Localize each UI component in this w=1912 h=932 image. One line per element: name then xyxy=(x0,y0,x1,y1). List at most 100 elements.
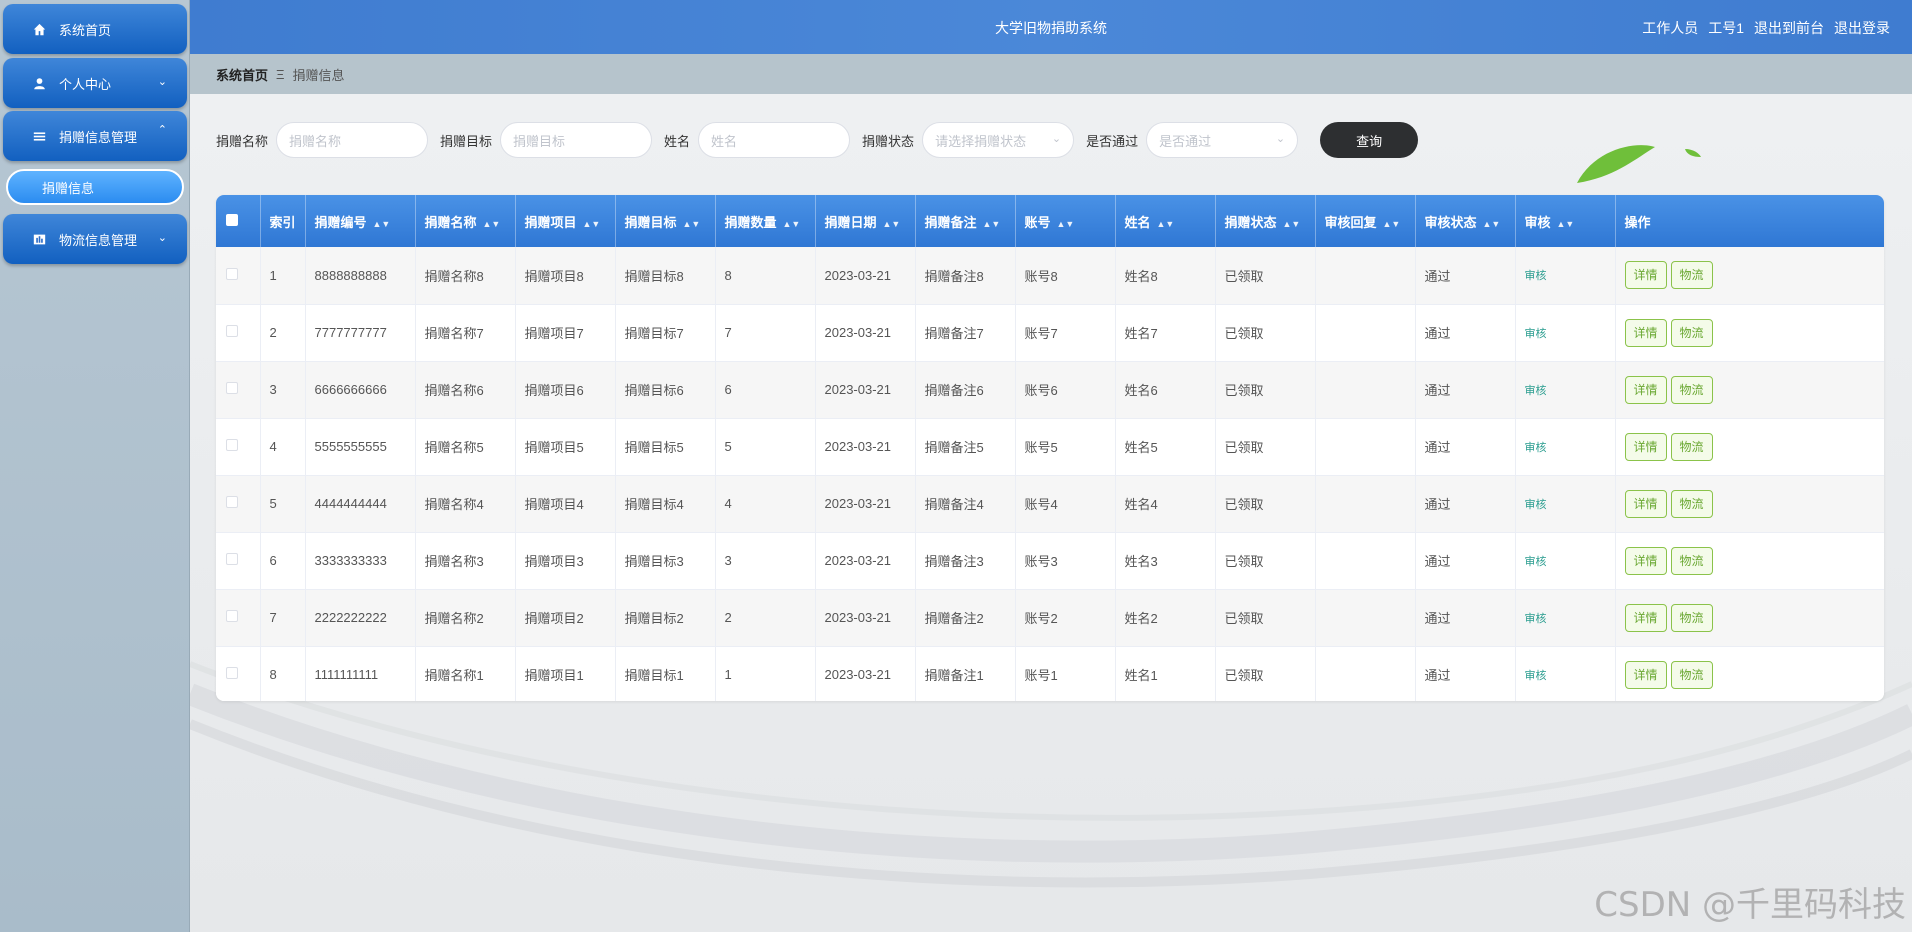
logistics-button[interactable]: 物流 xyxy=(1670,489,1713,518)
audit-link[interactable]: 审核 xyxy=(1525,442,1547,454)
detail-button[interactable]: 详情 xyxy=(1624,660,1667,689)
front-link[interactable]: 退出到前台 xyxy=(1754,18,1824,38)
logistics-button[interactable]: 物流 xyxy=(1670,318,1713,347)
column-header-sortable[interactable]: 捐赠项目 ▲▼ xyxy=(515,195,616,247)
sort-icon[interactable]: ▲▼ xyxy=(883,219,901,229)
detail-button[interactable]: 详情 xyxy=(1624,318,1667,347)
sidebar-item-label: 捐赠信息管理 xyxy=(59,129,138,145)
row-checkbox[interactable] xyxy=(226,667,238,679)
audit-link[interactable]: 审核 xyxy=(1525,270,1547,282)
donation-target-input[interactable]: 捐赠目标 xyxy=(500,122,653,158)
column-header-sortable[interactable]: 捐赠备注 ▲▼ xyxy=(915,195,1016,247)
leaf-decoration-icon xyxy=(1577,145,1701,183)
donation-status-select[interactable]: 请选择捐赠状态 ⌄ xyxy=(922,122,1075,158)
table-cell-target: 捐赠目标3 xyxy=(615,532,716,589)
row-checkbox[interactable] xyxy=(226,382,238,394)
row-checkbox[interactable] xyxy=(226,496,238,508)
column-header-sortable[interactable]: 捐赠状态 ▲▼ xyxy=(1215,195,1316,247)
column-header-sortable[interactable]: 捐赠数量 ▲▼ xyxy=(715,195,816,247)
sort-icon[interactable]: ▲▼ xyxy=(1057,219,1075,229)
audit-cell: 审核 xyxy=(1515,418,1616,475)
row-checkbox[interactable] xyxy=(226,267,238,280)
table-cell-date: 2023-03-21 xyxy=(815,304,916,361)
operations-cell: 详情 物流 xyxy=(1615,589,1884,646)
detail-button[interactable]: 详情 xyxy=(1624,489,1667,518)
sort-icon[interactable]: ▲▼ xyxy=(583,219,601,229)
select-all-checkbox[interactable] xyxy=(226,213,238,226)
table-cell-name: 捐赠名称2 xyxy=(415,589,516,646)
sort-icon[interactable]: ▲▼ xyxy=(373,219,391,229)
column-header-label: 捐赠目标 xyxy=(624,214,677,230)
chevron-up-icon: ⌃ xyxy=(157,124,167,136)
select-all-checkbox-cell xyxy=(216,195,261,247)
table-cell-project: 捐赠项目6 xyxy=(515,361,616,418)
logistics-button[interactable]: 物流 xyxy=(1670,660,1713,689)
column-header-sortable[interactable]: 账号 ▲▼ xyxy=(1015,195,1116,247)
breadcrumb-home[interactable]: 系统首页 xyxy=(216,65,268,84)
table-cell-target: 捐赠目标7 xyxy=(615,304,716,361)
sidebar-item-logistics-management[interactable]: 物流信息管理 ⌄ xyxy=(3,214,187,264)
chevron-down-icon: ⌄ xyxy=(157,232,167,244)
logout-link[interactable]: 退出登录 xyxy=(1834,18,1890,38)
row-checkbox[interactable] xyxy=(226,553,238,565)
table-cell-account: 账号8 xyxy=(1015,247,1116,304)
column-header-sortable[interactable]: 审核状态 ▲▼ xyxy=(1415,195,1516,247)
audit-link[interactable]: 审核 xyxy=(1525,556,1547,568)
logistics-button[interactable]: 物流 xyxy=(1670,375,1713,404)
approved-select[interactable]: 是否通过 ⌄ xyxy=(1146,122,1299,158)
logistics-button[interactable]: 物流 xyxy=(1670,546,1713,575)
column-header-sortable[interactable]: 捐赠编号 ▲▼ xyxy=(305,195,416,247)
sidebar-item-donation-management[interactable]: 捐赠信息管理 ⌃ xyxy=(3,111,187,161)
logistics-button[interactable]: 物流 xyxy=(1670,432,1713,461)
sort-icon[interactable]: ▲▼ xyxy=(1557,219,1575,229)
donation-name-input[interactable]: 捐赠名称 xyxy=(276,122,429,158)
row-checkbox[interactable] xyxy=(226,325,238,337)
row-checkbox[interactable] xyxy=(226,610,238,622)
sort-icon[interactable]: ▲▼ xyxy=(1283,219,1301,229)
sidebar-subitem-donation-info[interactable]: 捐赠信息 xyxy=(6,169,184,205)
approved-label: 是否通过 xyxy=(1086,133,1139,149)
detail-button[interactable]: 详情 xyxy=(1624,432,1667,461)
detail-button[interactable]: 详情 xyxy=(1624,603,1667,632)
sidebar-item-personal-center[interactable]: 个人中心 ⌄ xyxy=(3,58,187,108)
sort-icon[interactable]: ▲▼ xyxy=(1157,219,1175,229)
sort-icon[interactable]: ▲▼ xyxy=(983,219,1001,229)
table-row: 5 4444444444 捐赠名称4 捐赠项目4 捐赠目标4 4 2023-03-21 捐赠备… xyxy=(216,475,1884,532)
table-cell-name: 捐赠名称8 xyxy=(415,247,516,304)
sort-icon[interactable]: ▲▼ xyxy=(1383,219,1401,229)
column-header-sortable[interactable]: 审核 ▲▼ xyxy=(1515,195,1616,247)
column-header-sortable[interactable]: 姓名 ▲▼ xyxy=(1115,195,1216,247)
table-cell-remark: 捐赠备注2 xyxy=(915,589,1016,646)
audit-cell: 审核 xyxy=(1515,475,1616,532)
column-header-sortable[interactable]: 捐赠日期 ▲▼ xyxy=(815,195,916,247)
column-header-sortable[interactable]: 审核回复 ▲▼ xyxy=(1315,195,1416,247)
sort-icon[interactable]: ▲▼ xyxy=(783,219,801,229)
table-cell-reply xyxy=(1315,418,1416,475)
table-cell-idx: 2 xyxy=(260,304,306,361)
column-header-label: 捐赠名称 xyxy=(424,214,477,230)
breadcrumb-separator: Ξ xyxy=(276,66,285,82)
table-cell-code: 5555555555 xyxy=(305,418,416,475)
audit-link[interactable]: 审核 xyxy=(1525,328,1547,340)
audit-link[interactable]: 审核 xyxy=(1525,670,1547,682)
sort-icon[interactable]: ▲▼ xyxy=(483,219,501,229)
sort-icon[interactable]: ▲▼ xyxy=(683,219,701,229)
logistics-button[interactable]: 物流 xyxy=(1670,603,1713,632)
audit-cell: 审核 xyxy=(1515,589,1616,646)
logistics-button[interactable]: 物流 xyxy=(1670,261,1713,290)
sort-icon[interactable]: ▲▼ xyxy=(1483,219,1501,229)
detail-button[interactable]: 详情 xyxy=(1624,261,1667,290)
table-cell-date: 2023-03-21 xyxy=(815,532,916,589)
audit-link[interactable]: 审核 xyxy=(1525,385,1547,397)
audit-link[interactable]: 审核 xyxy=(1525,613,1547,625)
detail-button[interactable]: 详情 xyxy=(1624,546,1667,575)
audit-link[interactable]: 审核 xyxy=(1525,499,1547,511)
row-checkbox[interactable] xyxy=(226,439,238,451)
column-header-sortable[interactable]: 捐赠名称 ▲▼ xyxy=(415,195,516,247)
query-button[interactable]: 查询 xyxy=(1320,122,1419,158)
column-header-sortable[interactable]: 捐赠目标 ▲▼ xyxy=(615,195,716,247)
detail-button[interactable]: 详情 xyxy=(1624,375,1667,404)
sidebar-item-home[interactable]: 系统首页 xyxy=(3,4,187,54)
person-name-input[interactable]: 姓名 xyxy=(698,122,851,158)
table-cell-account: 账号7 xyxy=(1015,304,1116,361)
